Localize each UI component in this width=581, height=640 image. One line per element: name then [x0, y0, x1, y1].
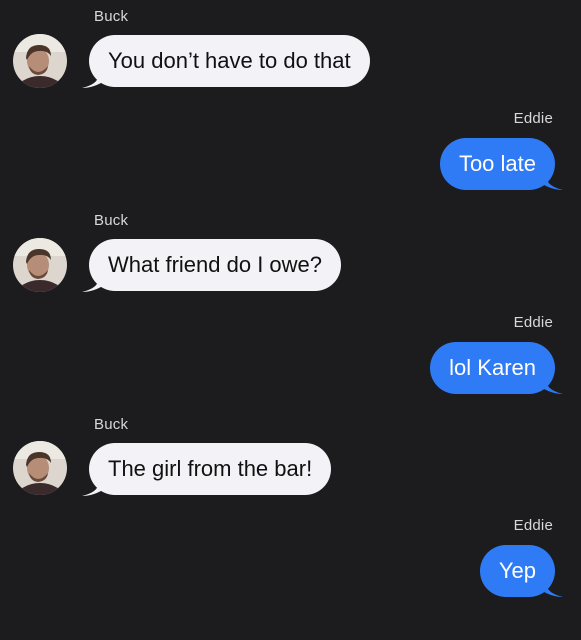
avatar[interactable] — [13, 238, 67, 292]
person-photo-avatar-icon — [13, 34, 67, 88]
sender-name: Eddie — [513, 517, 553, 534]
sender-name: Buck — [94, 8, 129, 25]
message-bubble-incoming[interactable]: You don’t have to do that — [89, 35, 370, 87]
message-bubble-outgoing[interactable]: Yep — [479, 545, 555, 597]
avatar[interactable] — [13, 441, 67, 495]
message-bubble-outgoing[interactable]: lol Karen — [430, 342, 555, 394]
person-photo-avatar-icon — [13, 441, 67, 495]
sender-name: Eddie — [513, 314, 553, 331]
sender-name: Buck — [94, 416, 129, 433]
sender-name: Buck — [94, 212, 129, 229]
message-bubble-incoming[interactable]: What friend do I owe? — [89, 239, 342, 291]
person-photo-avatar-icon — [13, 238, 67, 292]
sender-name: Eddie — [513, 110, 553, 127]
message-bubble-incoming[interactable]: The girl from the bar! — [89, 443, 332, 495]
message-bubble-outgoing[interactable]: Too late — [439, 138, 555, 190]
avatar[interactable] — [13, 34, 67, 88]
